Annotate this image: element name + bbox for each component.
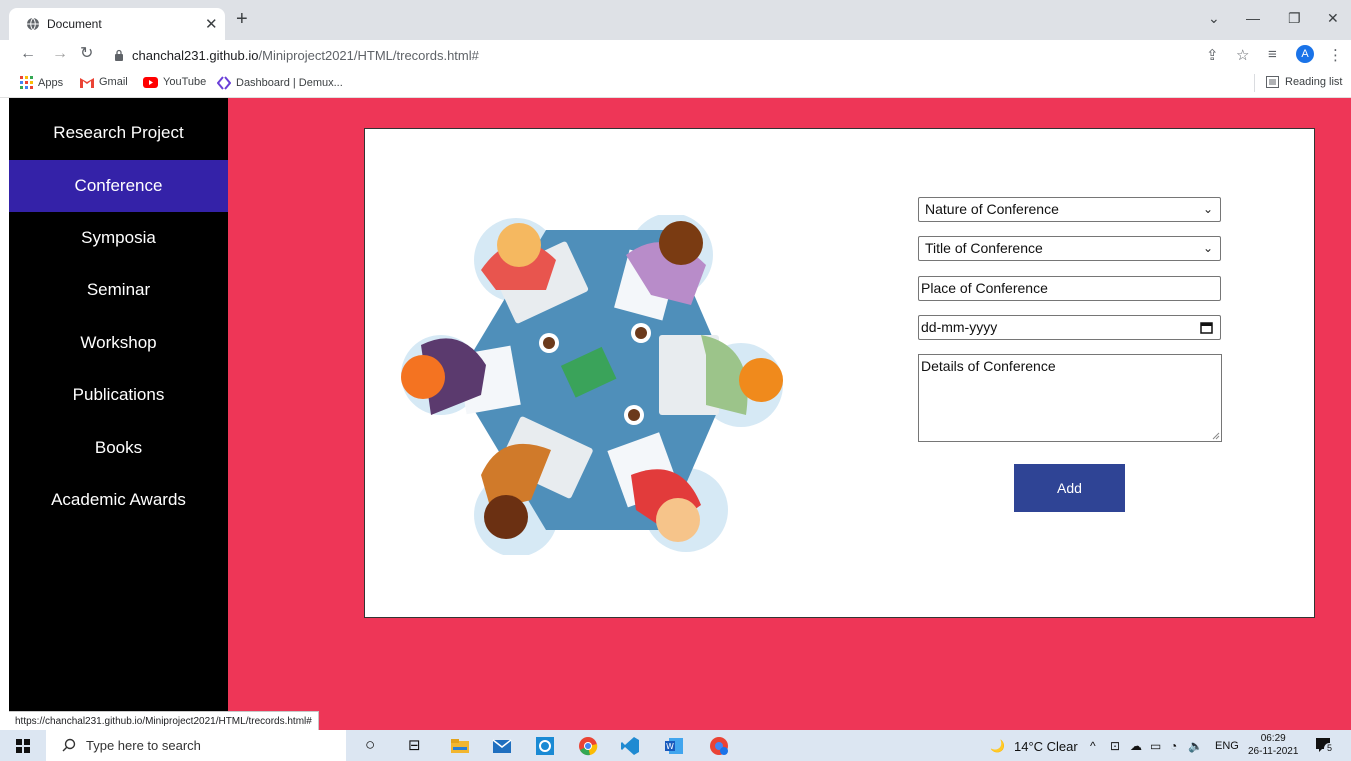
url-host: chanchal231.github.io: [132, 48, 259, 63]
system-clock[interactable]: 06:29 26-11-2021: [1248, 732, 1298, 758]
minimize-button[interactable]: —: [1246, 10, 1260, 26]
divider: [1254, 74, 1255, 92]
resize-handle-icon[interactable]: [1212, 432, 1220, 440]
bookmark-label: Dashboard | Demux...: [236, 77, 343, 89]
hidden-icons-chevron-icon[interactable]: ^: [1090, 739, 1096, 753]
file-explorer-icon[interactable]: [450, 736, 470, 756]
nature-of-conference-select[interactable]: Nature of Conference ⌄: [918, 197, 1221, 222]
sidebar: Research Project Conference Symposia Sem…: [9, 98, 228, 730]
cortana-icon[interactable]: ○: [365, 735, 375, 755]
weather-moon-icon: 🌙: [990, 739, 1005, 753]
tab-strip: Document ✕ + ⌄ — ❐ ✕: [0, 0, 1351, 40]
forward-button[interactable]: →: [52, 45, 68, 63]
chrome-icon[interactable]: [578, 736, 598, 756]
youtube-icon: [143, 76, 158, 88]
reload-button[interactable]: ↻: [80, 45, 93, 63]
conference-form-card: Nature of Conference ⌄ Title of Conferen…: [364, 128, 1315, 618]
cloud-icon[interactable]: ☁: [1130, 739, 1142, 753]
bookmark-apps[interactable]: Apps: [20, 76, 63, 89]
url-path: /Miniproject2021/HTML/trecords.html#: [258, 48, 479, 63]
reading-list-icon: [1266, 76, 1279, 88]
bookmark-gmail[interactable]: Gmail: [80, 76, 128, 88]
sidebar-item-seminar[interactable]: Seminar: [9, 264, 228, 316]
language-indicator[interactable]: ENG: [1215, 740, 1239, 752]
textarea-placeholder: Details of Conference: [921, 358, 1056, 374]
browser-toolbar: ← → ↻ chanchal231.github.io/Miniproject2…: [0, 40, 1351, 70]
add-button[interactable]: Add: [1014, 464, 1125, 512]
sidebar-item-publications[interactable]: Publications: [9, 369, 228, 421]
bookmark-dashboard[interactable]: Dashboard | Demux...: [217, 76, 343, 90]
input-placeholder: dd-mm-yyyy: [921, 319, 998, 335]
details-of-conference-textarea[interactable]: Details of Conference: [918, 354, 1222, 442]
select-value: Title of Conference: [925, 240, 1043, 256]
taskbar-search-box[interactable]: Type here to search: [46, 730, 346, 761]
apps-grid-icon: [20, 76, 33, 89]
search-placeholder: Type here to search: [86, 738, 201, 753]
tab-search-icon[interactable]: ⌄: [1208, 10, 1220, 27]
conference-date-input[interactable]: dd-mm-yyyy: [918, 315, 1221, 340]
lock-icon: [115, 49, 123, 61]
mail-icon[interactable]: [492, 736, 512, 756]
chevron-down-icon: ⌄: [1202, 202, 1213, 216]
chrome-profile-icon[interactable]: [709, 736, 729, 756]
bookmark-label: Apps: [38, 76, 64, 89]
tab-close-icon[interactable]: ✕: [205, 15, 218, 33]
link-status-bar: https://chanchal231.github.io/Miniprojec…: [9, 711, 319, 731]
gmail-icon: [80, 77, 94, 88]
chevron-down-icon: ⌄: [1202, 241, 1213, 255]
place-of-conference-input[interactable]: Place of Conference: [918, 276, 1221, 301]
search-icon: [62, 738, 76, 752]
bookmark-star-icon[interactable]: ☆: [1236, 46, 1249, 64]
sidebar-item-workshop[interactable]: Workshop: [9, 317, 228, 369]
page-content: Research Project Conference Symposia Sem…: [9, 98, 1351, 730]
wifi-icon[interactable]: ◔: [1170, 739, 1177, 753]
word-icon[interactable]: W: [664, 736, 684, 756]
calendar-icon[interactable]: [1200, 321, 1213, 334]
svg-text:W: W: [666, 742, 674, 751]
address-bar[interactable]: chanchal231.github.io/Miniproject2021/HT…: [132, 48, 479, 63]
notification-count: 5: [1324, 743, 1335, 754]
battery-icon[interactable]: ▭: [1150, 739, 1161, 753]
sidebar-item-research-project[interactable]: Research Project: [9, 107, 228, 159]
clock-time: 06:29: [1260, 733, 1286, 744]
clock-date: 26-11-2021: [1248, 746, 1299, 757]
task-view-icon[interactable]: ⊟: [408, 736, 421, 754]
sidebar-item-symposia[interactable]: Symposia: [9, 212, 228, 264]
sidebar-item-academic-awards[interactable]: Academic Awards: [9, 474, 228, 526]
bookmark-youtube[interactable]: YouTube: [143, 76, 206, 88]
vscode-icon[interactable]: [620, 736, 640, 756]
close-window-button[interactable]: ✕: [1327, 10, 1339, 27]
bookmarks-bar: Apps Gmail YouTube Dashboard | Demux... …: [0, 70, 1351, 98]
windows-start-icon[interactable]: [16, 739, 30, 753]
network-icon[interactable]: ⊡: [1110, 739, 1120, 753]
browser-tab[interactable]: Document ✕: [9, 8, 225, 40]
store-app-icon[interactable]: [535, 736, 555, 756]
media-control-icon[interactable]: ≡: [1268, 46, 1277, 63]
sidebar-item-conference[interactable]: Conference: [9, 160, 228, 212]
share-icon[interactable]: ⇪: [1206, 46, 1219, 64]
bookmark-label: Gmail: [99, 76, 128, 88]
globe-icon: [27, 17, 39, 31]
tab-title: Document: [47, 17, 102, 31]
profile-avatar[interactable]: A: [1296, 45, 1314, 63]
menu-kebab-icon[interactable]: ⋮: [1328, 46, 1343, 64]
volume-icon[interactable]: 🔈: [1188, 739, 1203, 753]
back-button[interactable]: ←: [20, 45, 36, 63]
restore-button[interactable]: ❐: [1288, 10, 1301, 27]
bookmark-label: YouTube: [163, 76, 207, 88]
team-meeting-illustration: [401, 215, 783, 555]
sidebar-item-books[interactable]: Books: [9, 422, 228, 474]
title-of-conference-select[interactable]: Title of Conference ⌄: [918, 236, 1221, 261]
weather-text[interactable]: 14°C Clear: [1014, 739, 1078, 754]
demux-logo-icon: [217, 76, 231, 90]
select-value: Nature of Conference: [925, 201, 1059, 217]
reading-list-button[interactable]: Reading list: [1266, 76, 1342, 88]
taskbar: Type here to search ○ ⊟ W 🌙 14°C Clear ^…: [0, 730, 1351, 761]
input-placeholder: Place of Conference: [921, 280, 1048, 296]
notification-center-icon[interactable]: 5: [1315, 736, 1335, 754]
new-tab-button[interactable]: +: [236, 9, 248, 29]
reading-list-label: Reading list: [1285, 76, 1343, 88]
